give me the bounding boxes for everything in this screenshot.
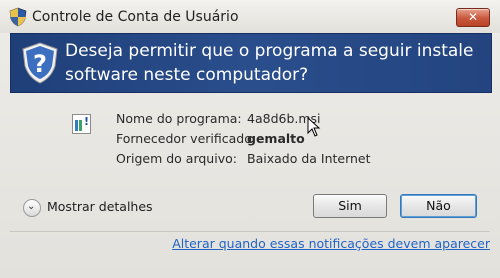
window-title: Controle de Conta de Usuário: [32, 9, 239, 25]
yes-button[interactable]: Sim: [313, 194, 387, 218]
publisher-label: Fornecedor verificado:: [116, 131, 257, 146]
change-notification-settings-link[interactable]: Alterar quando essas notificações devem …: [172, 236, 490, 251]
header-banner: ? Deseja permitir que o programa a segui…: [10, 33, 492, 93]
no-button[interactable]: Não: [400, 194, 477, 218]
mouse-cursor-icon: [307, 117, 321, 137]
program-icon: !: [72, 114, 91, 134]
uac-dialog: Controle de Conta de Usuário ✕ ? Deseja …: [0, 0, 500, 278]
publisher-value: gemalto: [247, 131, 305, 146]
origin-label: Origem do arquivo:: [116, 151, 237, 166]
divider: [10, 231, 490, 232]
banner-message: Deseja permitir que o programa a seguir …: [65, 41, 474, 85]
shield-icon: [9, 7, 27, 27]
close-button[interactable]: ✕: [456, 8, 490, 27]
program-name-label: Nome do programa:: [116, 111, 242, 126]
chevron-down-icon: ⌄: [27, 201, 36, 212]
show-details-label: Mostrar detalhes: [47, 199, 153, 214]
title-bar[interactable]: Controle de Conta de Usuário ✕: [0, 0, 500, 33]
close-icon: ✕: [467, 10, 479, 24]
origin-value: Baixado da Internet: [247, 151, 371, 166]
uac-shield-icon: ?: [22, 42, 58, 84]
svg-text:?: ?: [33, 50, 47, 78]
expand-circle-icon: ⌄: [23, 199, 41, 217]
dialog-content: ! Nome do programa: 4a8d6b.msi Fornecedo…: [10, 91, 490, 271]
